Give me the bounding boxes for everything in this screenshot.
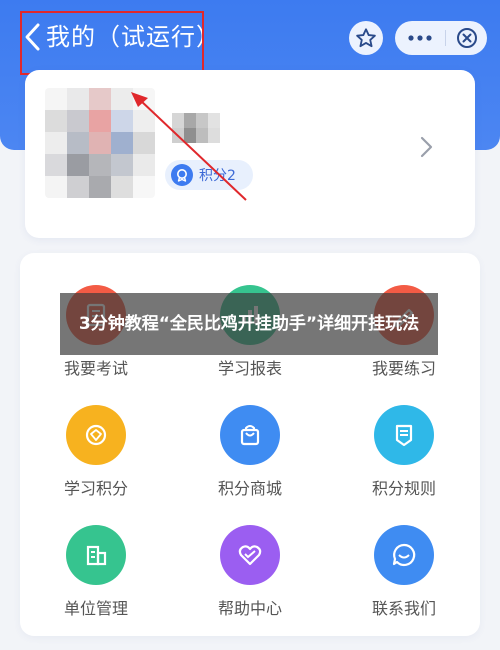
grid-item-points-mall[interactable]: 积分商城 — [190, 405, 310, 515]
grid-item-label: 我要考试 — [63, 359, 128, 378]
heart-handshake-icon — [220, 525, 280, 585]
profile-card[interactable]: 积分2 — [25, 70, 475, 238]
favorite-button[interactable] — [349, 21, 383, 55]
grid-item-study-points[interactable]: 学习积分 — [36, 405, 156, 515]
chat-icon — [374, 525, 434, 585]
grid-item-label: 联系我们 — [371, 599, 436, 618]
avatar[interactable] — [45, 88, 155, 198]
grid-item-label: 积分规则 — [371, 479, 436, 498]
star-icon — [356, 28, 376, 48]
grid-item-label: 学习积分 — [63, 479, 128, 498]
watermark-caption: 3分钟教程“全民比鸡开挂助手”详细开挂玩法 — [60, 293, 438, 355]
grid-item-label: 帮助中心 — [217, 599, 282, 618]
medal-icon — [171, 164, 193, 186]
points-badge[interactable]: 积分2 — [165, 160, 253, 190]
grid-item-label: 学习报表 — [217, 359, 282, 378]
medal-icon — [66, 405, 126, 465]
grid-item-points-rules[interactable]: 积分规则 — [344, 405, 464, 515]
mini-program-capsule — [395, 21, 487, 55]
grid-item-unit-management[interactable]: 单位管理 — [36, 525, 156, 635]
close-button[interactable] — [447, 21, 487, 55]
grid-item-help-center[interactable]: 帮助中心 — [190, 525, 310, 635]
close-circle-icon — [457, 28, 477, 48]
grid-item-contact-us[interactable]: 联系我们 — [344, 525, 464, 635]
shopping-bag-icon — [220, 405, 280, 465]
chevron-right-icon[interactable] — [417, 134, 435, 160]
more-button[interactable] — [395, 21, 445, 55]
grid-item-label: 单位管理 — [63, 599, 128, 618]
rules-icon — [374, 405, 434, 465]
building-icon — [66, 525, 126, 585]
capsule-divider — [445, 30, 446, 46]
annotation-highlight-box — [20, 11, 204, 75]
points-label: 积分2 — [199, 168, 236, 184]
grid-item-label: 我要练习 — [371, 359, 436, 378]
more-dots-icon — [408, 35, 432, 41]
grid-item-label: 积分商城 — [217, 479, 282, 498]
username-blurred — [172, 113, 220, 143]
